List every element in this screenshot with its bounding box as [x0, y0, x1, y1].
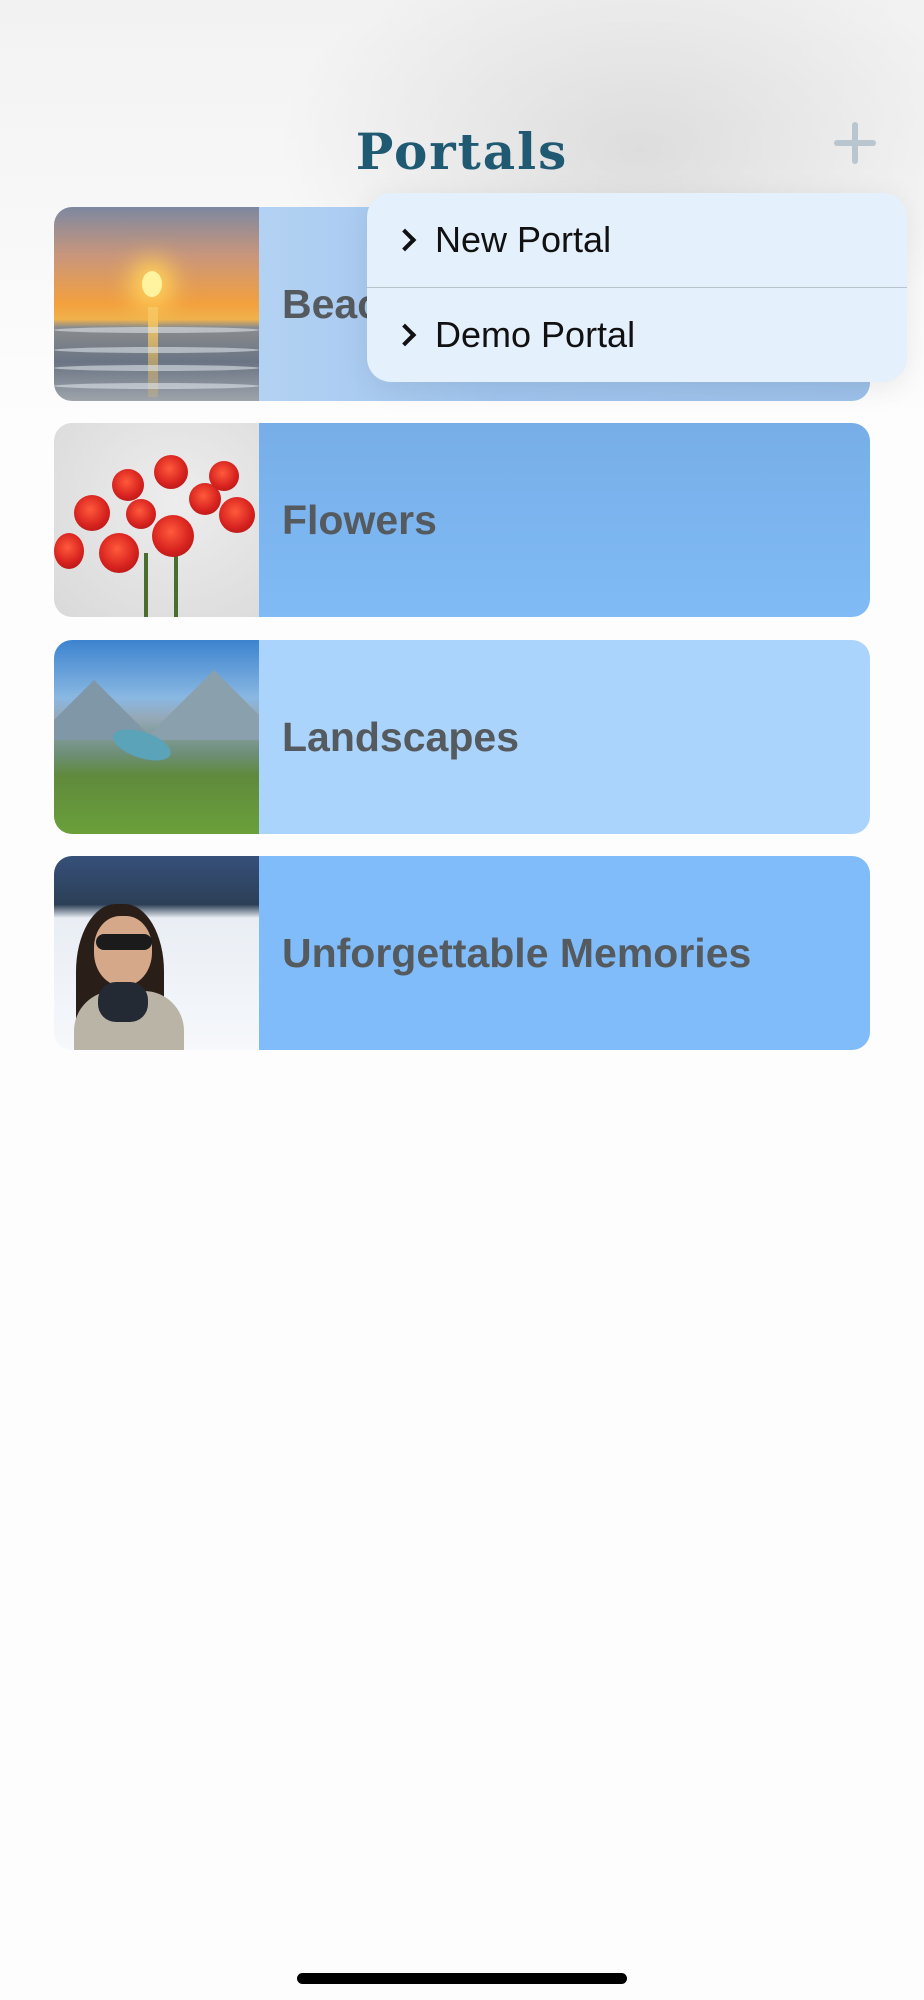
menu-item-label: Demo Portal [435, 313, 636, 355]
menu-item-demo-portal[interactable]: Demo Portal [367, 287, 907, 381]
portal-label: Landscapes [259, 640, 870, 834]
portal-thumbnail-sunset [54, 207, 259, 401]
plus-icon[interactable] [832, 120, 878, 166]
menu-item-label: New Portal [435, 219, 612, 260]
chevron-right-icon [393, 323, 417, 346]
portal-card-landscapes[interactable]: Landscapes [54, 640, 870, 834]
portal-label: Flowers [259, 423, 870, 617]
menu-item-new-portal[interactable]: New Portal [367, 193, 907, 287]
portal-thumbnail-landscape [54, 640, 259, 834]
portal-card-unforgettable-memories[interactable]: Unforgettable Memories [54, 856, 870, 1050]
portal-thumbnail-roses [54, 423, 259, 617]
portal-label: Unforgettable Memories [259, 856, 870, 1050]
home-indicator[interactable] [297, 1973, 627, 1984]
chevron-right-icon [393, 228, 417, 252]
add-portal-menu: New Portal Demo Portal [367, 193, 907, 382]
portal-thumbnail-snow-selfie [54, 856, 259, 1050]
page-title: Portals [355, 122, 569, 181]
portal-card-flowers[interactable]: Flowers [54, 423, 870, 617]
